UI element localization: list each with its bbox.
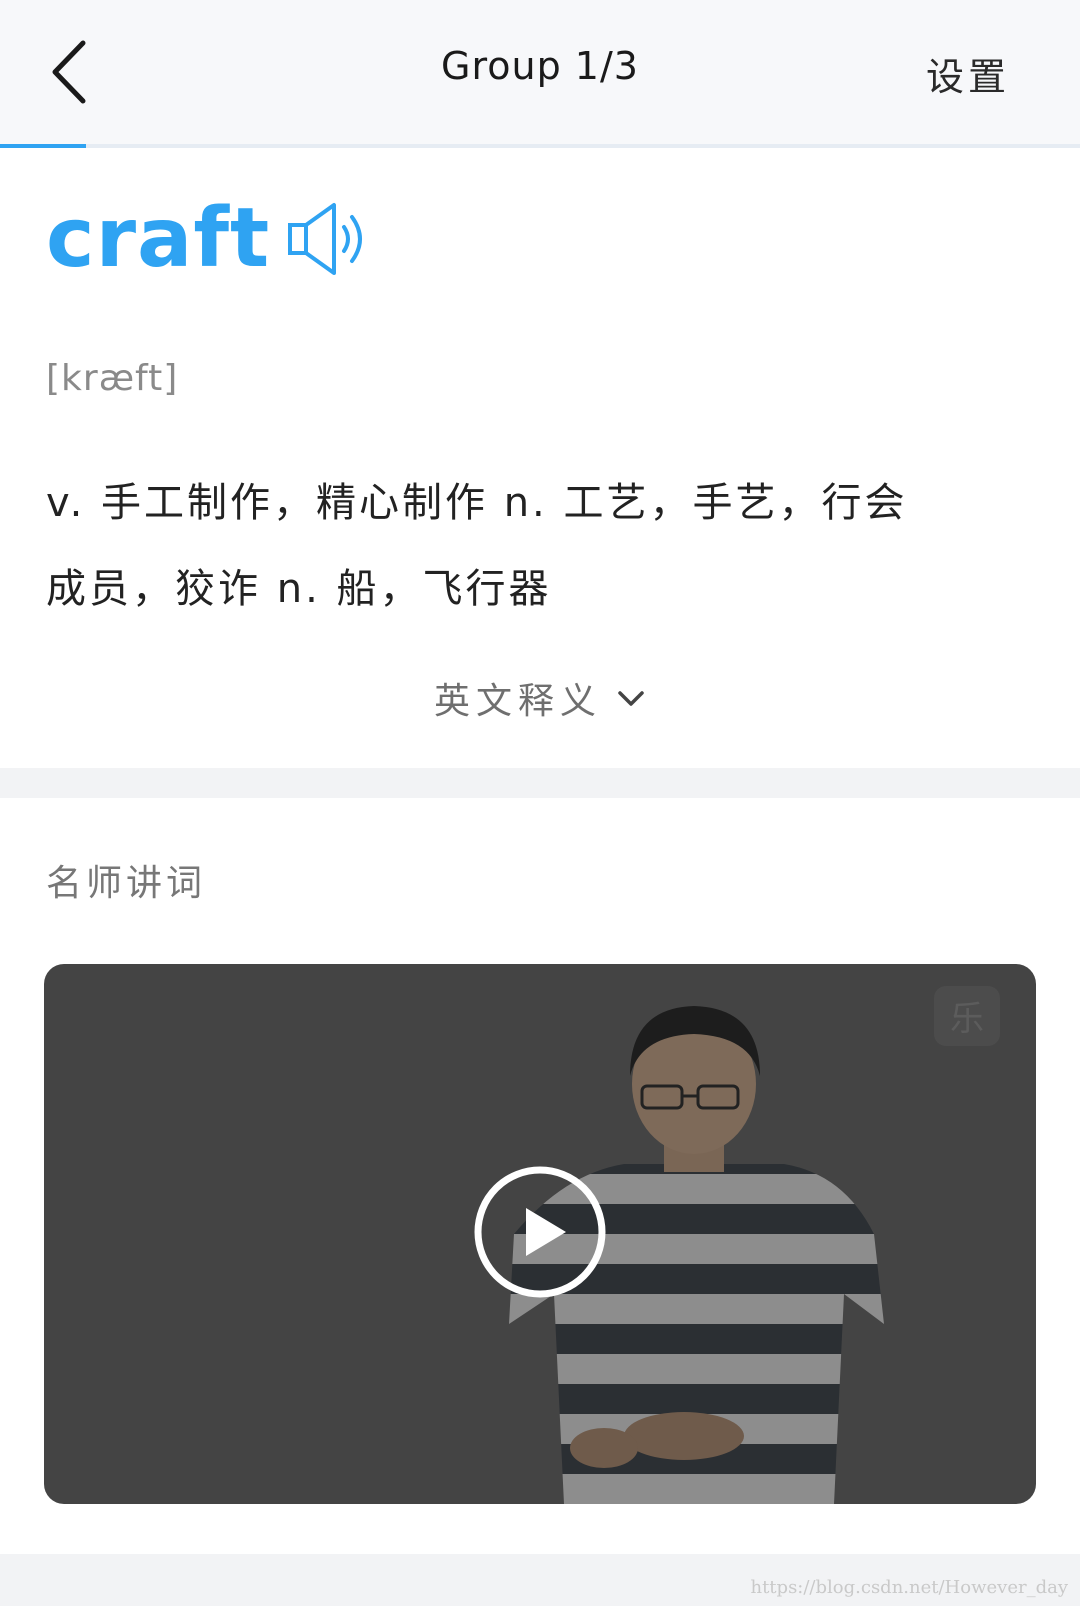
play-icon[interactable] — [472, 1164, 608, 1300]
definition-line-1: v. 手工制作，精心制作 n. 工艺，手艺，行会 — [46, 480, 908, 526]
english-definition-label: 英文释义 — [433, 681, 602, 722]
svg-text:乐: 乐 — [950, 999, 984, 1039]
definition-line-2: 成员，狡诈 n. 船，飞行器 — [46, 566, 552, 612]
progress-fill — [0, 144, 87, 148]
app-logo-icon: 乐 — [934, 986, 1000, 1046]
section-divider — [0, 768, 1080, 798]
teacher-section-title: 名师讲词 — [46, 863, 207, 904]
word-row: craft — [46, 196, 376, 282]
settings-button[interactable]: 设置 — [926, 46, 1010, 101]
english-definition-toggle[interactable]: 英文释义 — [0, 672, 1080, 724]
progress-bar — [0, 144, 1080, 148]
page-watermark: https://blog.csdn.net/However_day — [750, 1577, 1068, 1598]
top-bar: Group 1/3 设置 — [0, 0, 1080, 144]
chevron-down-icon — [618, 691, 644, 706]
speaker-icon[interactable] — [286, 199, 376, 279]
word-text: craft — [46, 191, 271, 286]
page-title: Group 1/3 — [441, 44, 639, 88]
teacher-video[interactable]: 乐 — [44, 964, 1036, 1504]
definition-text: v. 手工制作，精心制作 n. 工艺，手艺，行会 成员，狡诈 n. 船，飞行器 — [46, 460, 1036, 632]
phonetic-text: [kræft] — [46, 358, 179, 399]
